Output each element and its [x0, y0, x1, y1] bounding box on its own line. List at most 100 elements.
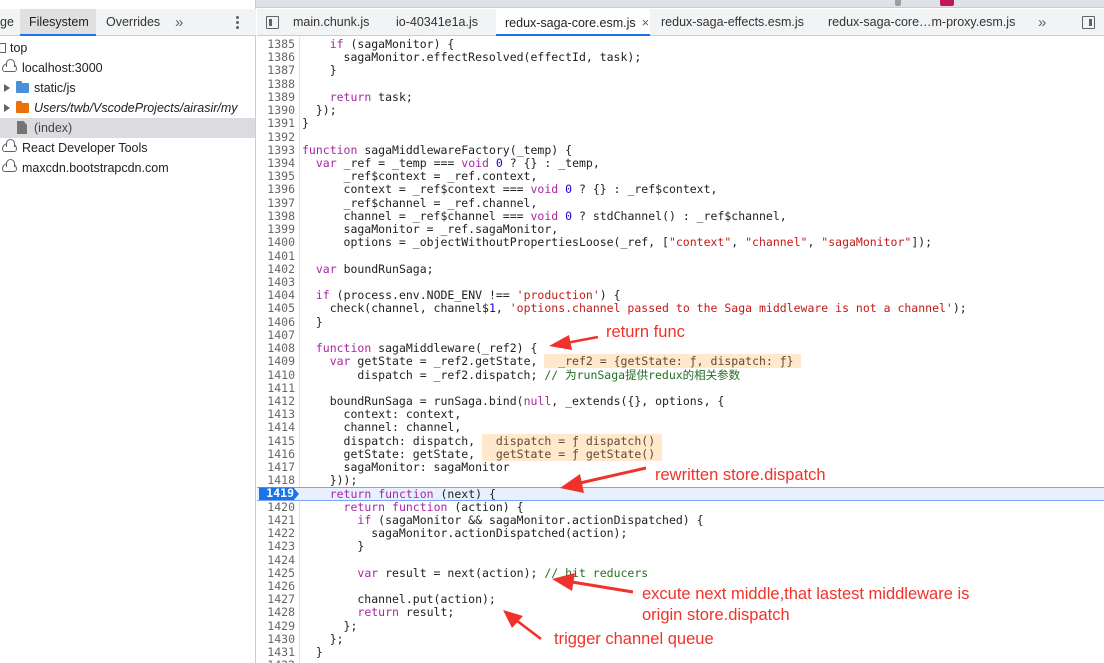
line-number[interactable]: 1386	[257, 51, 295, 64]
line-number[interactable]: 1409	[257, 355, 295, 368]
line-number[interactable]: 1398	[257, 209, 295, 223]
tree-item-static-js[interactable]: static/js	[0, 78, 255, 98]
code-editor[interactable]: 1385 if (sagaMonitor) {1386 sagaMonitor.…	[257, 36, 1104, 663]
code-line[interactable]: 1425 var result = next(action); // hit r…	[257, 566, 1104, 580]
tab-page[interactable]: ge	[0, 9, 18, 36]
line-number[interactable]: 1388	[257, 77, 295, 91]
code-line[interactable]: 1390 });	[257, 103, 1104, 117]
tab-redux-saga-core[interactable]: redux-saga-core.esm.js ×	[496, 9, 650, 36]
code-line[interactable]: 1385 if (sagaMonitor) {	[257, 37, 1104, 51]
code-line[interactable]: 1393 function sagaMiddlewareFactory(_temp…	[257, 143, 1104, 157]
code-line[interactable]: 1420 return function (action) {	[257, 500, 1104, 514]
line-number[interactable]: 1395	[257, 169, 295, 183]
line-number[interactable]: 1405	[257, 302, 295, 315]
chevron-double-right-icon[interactable]: »	[175, 9, 189, 36]
tree-item-top[interactable]: top	[0, 38, 255, 58]
debugger-sidebar-icon[interactable]	[1082, 16, 1095, 29]
line-number[interactable]: 1403	[257, 275, 295, 289]
code-line[interactable]: 1412 boundRunSaga = runSaga.bind(null, _…	[257, 394, 1104, 408]
line-number[interactable]: 1427	[257, 593, 295, 606]
code-line[interactable]: 1416 getState: getState, getState = ƒ ge…	[257, 446, 1104, 461]
line-number[interactable]: 1413	[257, 407, 295, 421]
code-line[interactable]: 1422 sagaMonitor.actionDispatched(action…	[257, 526, 1104, 540]
code-line[interactable]: 1432	[257, 659, 1104, 663]
tab-filesystem[interactable]: Filesystem	[20, 9, 96, 36]
code-line[interactable]: 1388	[257, 77, 1104, 91]
code-line[interactable]: 1403	[257, 275, 1104, 289]
code-line[interactable]: 1394 var _ref = _temp === void 0 ? {} : …	[257, 156, 1104, 170]
execution-line[interactable]: 1419 return function (next) {	[257, 487, 1104, 501]
line-number[interactable]: 1430	[257, 632, 295, 646]
line-number[interactable]: 1401	[257, 249, 295, 263]
code-line[interactable]: 1410 dispatch = _ref2.dispatch; // 为runS…	[257, 368, 1104, 382]
line-number[interactable]: 1410	[257, 368, 295, 382]
line-number[interactable]: 1408	[257, 341, 295, 355]
line-number[interactable]: 1416	[257, 447, 295, 461]
tree-item-localhost[interactable]: localhost:3000	[0, 58, 255, 78]
line-number[interactable]: 1421	[257, 513, 295, 527]
tree-item-users-folder[interactable]: Users/twb/VscodeProjects/airasir/my	[0, 98, 255, 118]
kebab-menu-icon[interactable]	[236, 16, 240, 30]
line-number[interactable]: 1422	[257, 526, 295, 540]
tree-item-maxcdn[interactable]: maxcdn.bootstrapcdn.com	[0, 158, 255, 178]
line-number[interactable]: 1399	[257, 222, 295, 236]
line-number[interactable]: 1389	[257, 90, 295, 104]
line-number[interactable]: 1425	[257, 566, 295, 580]
tab-redux-saga-core-proxy[interactable]: redux-saga-core…m-proxy.esm.js	[828, 9, 1015, 36]
line-number[interactable]: 1393	[257, 143, 295, 157]
line-number[interactable]: 1426	[257, 579, 295, 593]
code-line[interactable]: 1396 context = _ref$context === void 0 ?…	[257, 183, 1104, 196]
code-line[interactable]: 1397 _ref$channel = _ref.channel,	[257, 196, 1104, 210]
code-line[interactable]: 1414 channel: channel,	[257, 421, 1104, 434]
code-line[interactable]: 1409 var getState = _ref2.getState, _ref…	[257, 354, 1104, 369]
line-number[interactable]: 1414	[257, 421, 295, 434]
line-number[interactable]: 1423	[257, 540, 295, 553]
line-number[interactable]: 1420	[257, 500, 295, 514]
line-number[interactable]: 1391	[257, 117, 295, 130]
line-number[interactable]: 1428	[257, 606, 295, 619]
line-number[interactable]: 1432	[257, 659, 295, 663]
line-number[interactable]: 1387	[257, 64, 295, 77]
line-number[interactable]: 1394	[257, 156, 295, 170]
tab-redux-saga-effects[interactable]: redux-saga-effects.esm.js	[661, 9, 804, 36]
line-number[interactable]: 1402	[257, 262, 295, 276]
code-line[interactable]: 1401	[257, 249, 1104, 263]
code-line[interactable]: 1421 if (sagaMonitor && sagaMonitor.acti…	[257, 513, 1104, 527]
code-line[interactable]: 1398 channel = _ref$channel === void 0 ?…	[257, 209, 1104, 223]
code-line[interactable]: 1391}	[257, 117, 1104, 130]
line-number[interactable]: 1385	[257, 37, 295, 51]
line-number[interactable]: 1415	[257, 434, 295, 448]
code-line[interactable]: 1408 function sagaMiddleware(_ref2) {	[257, 341, 1104, 355]
code-line[interactable]: 1389 return task;	[257, 90, 1104, 104]
breakpoint-marker[interactable]: 1419	[259, 487, 299, 501]
tab-main-chunk[interactable]: main.chunk.js	[293, 9, 369, 36]
code-line[interactable]: 1395 _ref$context = _ref.context,	[257, 169, 1104, 183]
line-number[interactable]: 1431	[257, 645, 295, 659]
line-number[interactable]: 1424	[257, 553, 295, 567]
line-number[interactable]: 1392	[257, 130, 295, 144]
code-line[interactable]: 1415 dispatch: dispatch, dispatch = ƒ di…	[257, 433, 1104, 448]
code-line[interactable]: 1405 check(channel, channel$1, 'options.…	[257, 302, 1104, 315]
expand-arrow-icon[interactable]	[4, 104, 10, 112]
line-number[interactable]: 1412	[257, 394, 295, 408]
tree-item-index[interactable]: (index)	[0, 118, 255, 138]
code-line[interactable]: 1402 var boundRunSaga;	[257, 262, 1104, 276]
code-line[interactable]: 1423 }	[257, 540, 1104, 553]
line-number[interactable]: 1406	[257, 315, 295, 329]
code-line[interactable]: 1400 options = _objectWithoutPropertiesL…	[257, 236, 1104, 249]
chevron-double-right-icon[interactable]: »	[1038, 9, 1046, 36]
line-number[interactable]: 1400	[257, 236, 295, 249]
expand-arrow-icon[interactable]	[4, 84, 10, 92]
code-line[interactable]: 1424	[257, 553, 1104, 567]
line-number[interactable]: 1397	[257, 196, 295, 210]
line-number[interactable]: 1390	[257, 103, 295, 117]
code-line[interactable]: 1399 sagaMonitor = _ref.sagaMonitor,	[257, 222, 1104, 236]
line-number[interactable]: 1396	[257, 183, 295, 196]
line-number[interactable]: 1407	[257, 328, 295, 342]
code-line[interactable]: 1392	[257, 130, 1104, 144]
code-line[interactable]: 1411	[257, 381, 1104, 395]
line-number[interactable]: 1429	[257, 619, 295, 633]
line-number[interactable]: 1411	[257, 381, 295, 395]
code-line[interactable]: 1404 if (process.env.NODE_ENV !== 'produ…	[257, 288, 1104, 302]
code-line[interactable]: 1413 context: context,	[257, 407, 1104, 421]
